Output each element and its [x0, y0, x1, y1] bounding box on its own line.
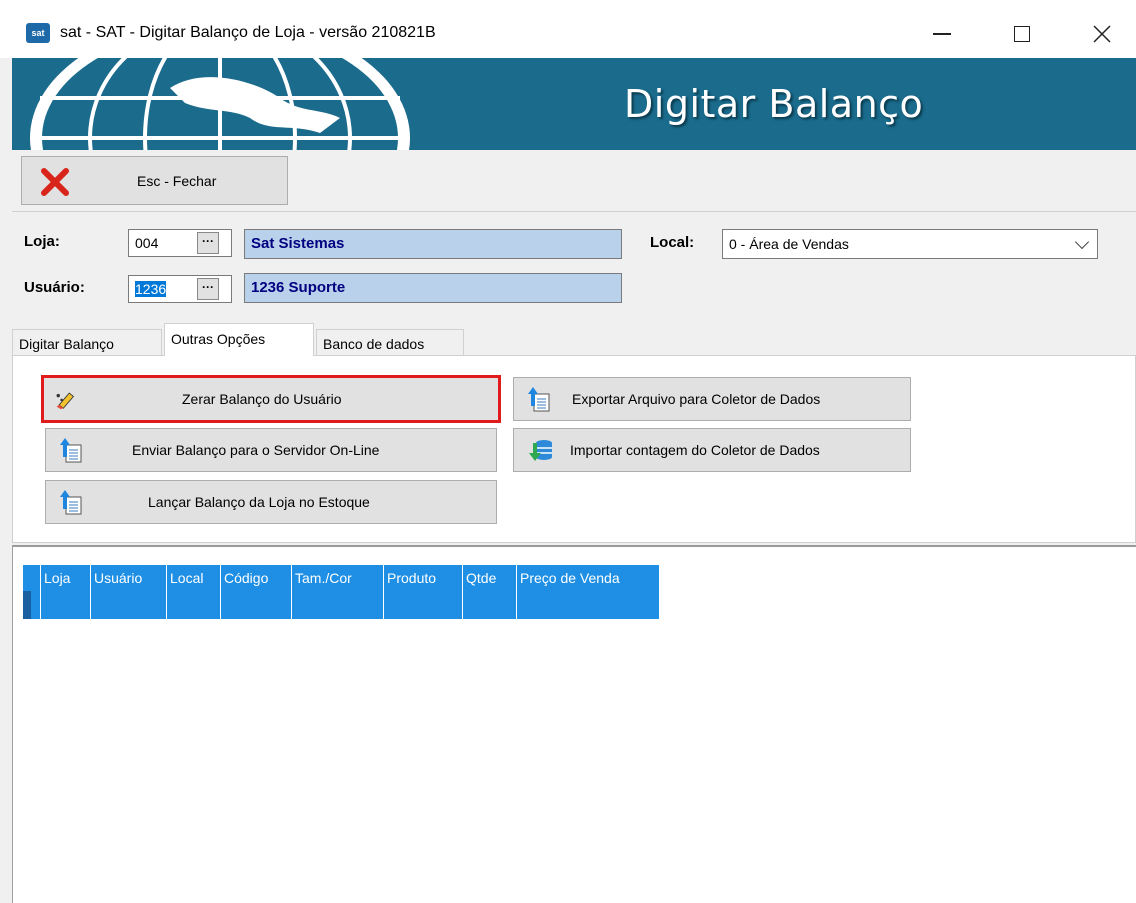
table-cell[interactable]: [41, 591, 91, 619]
enviar-balanco-button[interactable]: Enviar Balanço para o Servidor On-Line: [45, 428, 497, 472]
outras-opcoes-panel: Zerar Balanço do Usuário Enviar Balanço …: [12, 355, 1136, 543]
maximize-icon: [1014, 26, 1030, 42]
usuario-name-field: 1236 Suporte: [244, 273, 622, 303]
tab-outras-opcoes[interactable]: Outras Opções: [164, 323, 314, 356]
local-select[interactable]: 0 - Área de Vendas: [722, 229, 1098, 259]
column-header[interactable]: Produto: [384, 565, 463, 591]
loja-name-field: Sat Sistemas: [244, 229, 622, 259]
row-indicator: [23, 591, 41, 619]
upload-document-icon: [60, 438, 82, 463]
exportar-arquivo-label: Exportar Arquivo para Coletor de Dados: [572, 391, 821, 407]
upload-document-icon: [528, 387, 550, 412]
usuario-code-selected: 1236: [135, 281, 167, 297]
close-icon: [1093, 25, 1111, 43]
maximize-button[interactable]: [1002, 14, 1042, 54]
column-header[interactable]: Local: [167, 565, 221, 591]
table-cell[interactable]: [292, 591, 384, 619]
importar-contagem-label: Importar contagem do Coletor de Dados: [570, 442, 820, 458]
zerar-balanco-button[interactable]: Zerar Balanço do Usuário: [41, 375, 501, 423]
table-row[interactable]: [23, 591, 659, 619]
eraser-icon: [56, 392, 75, 410]
column-header[interactable]: Código: [221, 565, 292, 591]
table-cell[interactable]: [167, 591, 221, 619]
header-banner: Digitar Balanço: [12, 58, 1136, 150]
lancar-balanco-label: Lançar Balanço da Loja no Estoque: [148, 494, 370, 510]
grid-header: Loja Usuário Local Código Tam./Cor Produ…: [23, 565, 659, 591]
exportar-arquivo-button[interactable]: Exportar Arquivo para Coletor de Dados: [513, 377, 911, 421]
lancar-balanco-button[interactable]: Lançar Balanço da Loja no Estoque: [45, 480, 497, 524]
loja-label: Loja:: [24, 233, 60, 250]
column-header[interactable]: Usuário: [91, 565, 167, 591]
minimize-icon: [933, 33, 951, 35]
table-cell[interactable]: [221, 591, 292, 619]
esc-close-button[interactable]: Esc - Fechar: [21, 156, 288, 205]
table-cell[interactable]: [384, 591, 463, 619]
table-cell[interactable]: [463, 591, 517, 619]
usuario-lookup-button[interactable]: ···: [197, 278, 219, 300]
database-import-icon: [529, 440, 552, 461]
table-cell[interactable]: [91, 591, 167, 619]
window-title: sat - SAT - Digitar Balanço de Loja - ve…: [60, 24, 436, 41]
column-header[interactable]: Preço de Venda: [517, 565, 659, 591]
minimize-button[interactable]: [922, 14, 962, 54]
column-header[interactable]: Tam./Cor: [292, 565, 384, 591]
usuario-label: Usuário:: [24, 279, 85, 296]
esc-close-label: Esc - Fechar: [137, 173, 217, 189]
zerar-balanco-label: Zerar Balanço do Usuário: [182, 391, 342, 407]
globe-icon: [30, 58, 410, 150]
local-select-value: 0 - Área de Vendas: [729, 236, 849, 252]
column-header[interactable]: Loja: [41, 565, 91, 591]
column-header[interactable]: Qtde: [463, 565, 517, 591]
loja-lookup-button[interactable]: ···: [197, 232, 219, 254]
upload-document-icon: [60, 490, 82, 515]
title-bar: sat sat - SAT - Digitar Balanço de Loja …: [0, 0, 1136, 58]
tab-banco-de-dados[interactable]: Banco de dados: [316, 329, 464, 355]
local-label: Local:: [650, 234, 695, 251]
banner-title: Digitar Balanço: [624, 82, 924, 126]
grid-header-corner: [23, 565, 41, 591]
chevron-down-icon: [1074, 234, 1090, 250]
importar-contagem-button[interactable]: Importar contagem do Coletor de Dados: [513, 428, 911, 472]
tab-digitar-balanco[interactable]: Digitar Balanço: [12, 329, 162, 355]
red-x-icon: [41, 168, 69, 196]
toolbar: Esc - Fechar: [12, 150, 1136, 212]
app-icon: sat: [26, 23, 50, 43]
data-grid[interactable]: Loja Usuário Local Código Tam./Cor Produ…: [12, 545, 1136, 903]
enviar-balanco-label: Enviar Balanço para o Servidor On-Line: [132, 442, 380, 458]
close-window-button[interactable]: [1082, 14, 1122, 54]
filter-form: Loja: 004 ··· Sat Sistemas Local: 0 - Ár…: [12, 213, 1136, 315]
table-cell[interactable]: [517, 591, 659, 619]
